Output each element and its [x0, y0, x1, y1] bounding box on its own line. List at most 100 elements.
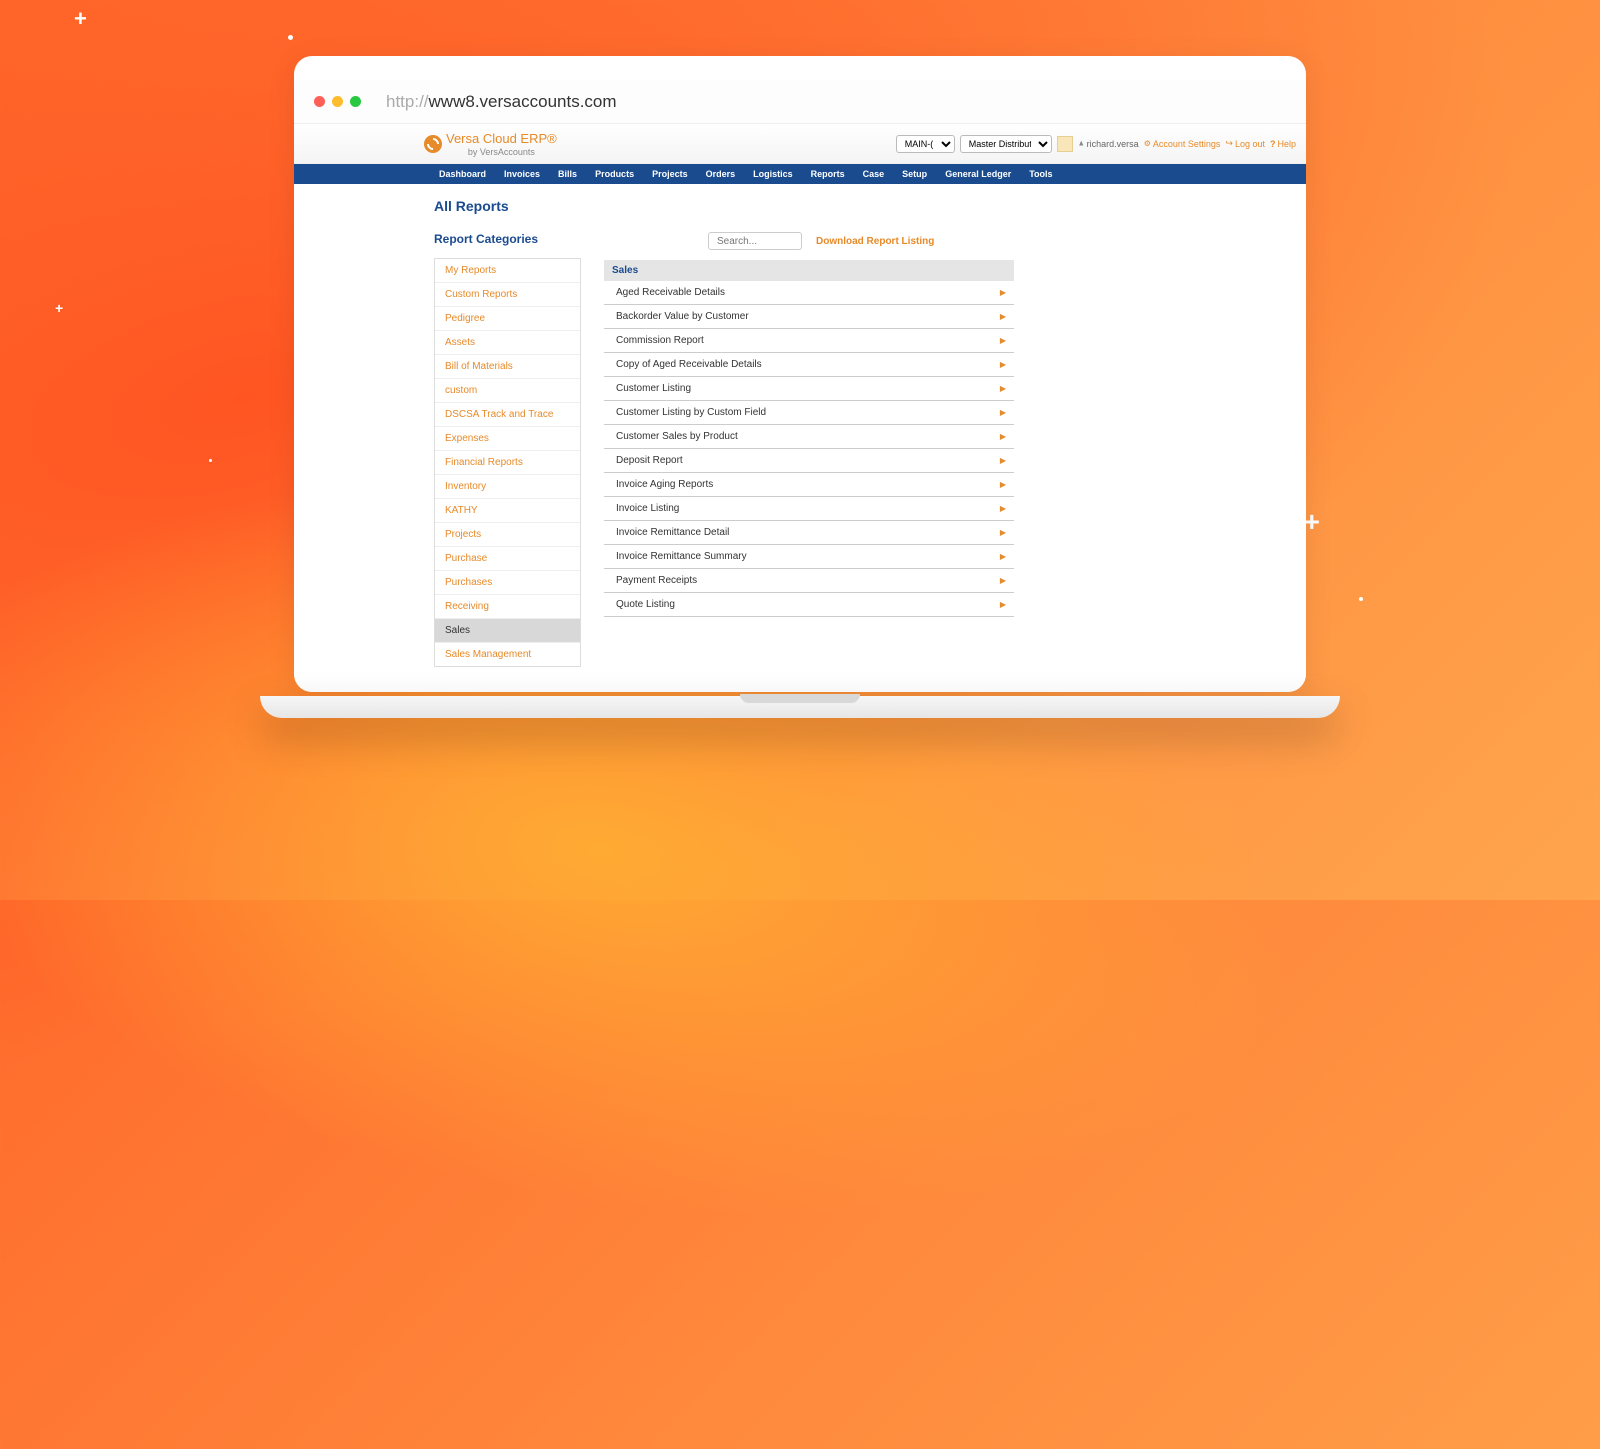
play-icon[interactable]: ▶	[1000, 552, 1006, 561]
report-row[interactable]: Customer Sales by Product ▶	[604, 425, 1014, 449]
menu-item-projects[interactable]: Projects	[643, 169, 697, 179]
report-row[interactable]: Aged Receivable Details ▶	[604, 281, 1014, 305]
report-row[interactable]: Customer Listing by Custom Field ▶	[604, 401, 1014, 425]
menu-item-tools[interactable]: Tools	[1020, 169, 1061, 179]
categories-panel: Report Categories My ReportsCustom Repor…	[434, 232, 581, 667]
brand-title: Versa Cloud ERP®by VersAccounts	[446, 131, 557, 157]
category-list: My ReportsCustom ReportsPedigreeAssetsBi…	[434, 258, 581, 667]
report-row[interactable]: Invoice Aging Reports ▶	[604, 473, 1014, 497]
play-icon[interactable]: ▶	[1000, 408, 1006, 417]
categories-heading: Report Categories	[434, 232, 581, 246]
report-name: Invoice Aging Reports	[616, 479, 713, 490]
play-icon[interactable]: ▶	[1000, 504, 1006, 513]
plus-icon: +	[74, 6, 87, 32]
app-topbar: Versa Cloud ERP®by VersAccounts MAIN-( M…	[294, 124, 1306, 164]
report-row[interactable]: Customer Listing ▶	[604, 377, 1014, 401]
username-label: richard.versa	[1078, 139, 1139, 149]
menu-item-logistics[interactable]: Logistics	[744, 169, 802, 179]
report-name: Customer Sales by Product	[616, 431, 738, 442]
search-input[interactable]	[708, 232, 802, 250]
category-item[interactable]: Receiving	[435, 595, 580, 619]
report-list: Aged Receivable Details▶Backorder Value …	[604, 281, 1014, 617]
play-icon[interactable]: ▶	[1000, 432, 1006, 441]
category-item[interactable]: Inventory	[435, 475, 580, 499]
report-name: Invoice Remittance Summary	[616, 551, 747, 562]
play-icon[interactable]: ▶	[1000, 480, 1006, 489]
play-icon[interactable]: ▶	[1000, 576, 1006, 585]
menu-item-bills[interactable]: Bills	[549, 169, 586, 179]
play-icon[interactable]: ▶	[1000, 312, 1006, 321]
report-row[interactable]: Invoice Remittance Detail▶	[604, 521, 1014, 545]
company-selector[interactable]: Master Distribution	[960, 135, 1052, 153]
dot-icon	[1359, 597, 1363, 601]
menu-item-general-ledger[interactable]: General Ledger	[936, 169, 1020, 179]
menu-item-case[interactable]: Case	[854, 169, 894, 179]
category-item[interactable]: Assets	[435, 331, 580, 355]
menu-item-dashboard[interactable]: Dashboard	[430, 169, 495, 179]
category-item[interactable]: Projects	[435, 523, 580, 547]
app-viewport: Versa Cloud ERP®by VersAccounts MAIN-( M…	[294, 124, 1306, 692]
minimize-window-icon[interactable]	[332, 96, 343, 107]
play-icon[interactable]: ▶	[1000, 456, 1006, 465]
category-item[interactable]: Purchases	[435, 571, 580, 595]
logout-link[interactable]: Log out	[1225, 138, 1265, 149]
category-item[interactable]: Bill of Materials	[435, 355, 580, 379]
play-icon[interactable]: ▶	[1000, 600, 1006, 609]
menu-item-orders[interactable]: Orders	[697, 169, 745, 179]
brand-logo-icon	[424, 135, 442, 153]
report-row[interactable]: Copy of Aged Receivable Details▶	[604, 353, 1014, 377]
category-item[interactable]: Sales	[435, 619, 580, 643]
dot-icon	[288, 35, 293, 40]
play-icon[interactable]: ▶	[1000, 288, 1006, 297]
category-item[interactable]: Expenses	[435, 427, 580, 451]
report-name: Aged Receivable Details	[616, 287, 725, 298]
play-icon[interactable]: ▶	[1000, 384, 1006, 393]
report-name: Deposit Report	[616, 455, 683, 466]
category-item[interactable]: Purchase	[435, 547, 580, 571]
report-row[interactable]: Commission Report ▶	[604, 329, 1014, 353]
reports-panel: Download Report Listing Sales Aged Recei…	[604, 232, 1014, 617]
category-item[interactable]: KATHY	[435, 499, 580, 523]
brand-logo[interactable]: Versa Cloud ERP®by VersAccounts	[424, 131, 557, 157]
report-name: Customer Listing	[616, 383, 691, 394]
category-item[interactable]: custom	[435, 379, 580, 403]
report-row[interactable]: Invoice Remittance Summary ▶	[604, 545, 1014, 569]
report-row[interactable]: Payment Receipts ▶	[604, 569, 1014, 593]
menu-item-products[interactable]: Products	[586, 169, 643, 179]
maximize-window-icon[interactable]	[350, 96, 361, 107]
report-row[interactable]: Deposit Report ▶	[604, 449, 1014, 473]
category-item[interactable]: My Reports	[435, 259, 580, 283]
download-report-listing-link[interactable]: Download Report Listing	[816, 236, 934, 247]
page-title: All Reports	[434, 198, 1296, 214]
main-menu: DashboardInvoicesBillsProductsProjectsOr…	[294, 164, 1306, 184]
report-group-header: Sales	[604, 260, 1014, 281]
help-link[interactable]: Help	[1270, 139, 1296, 149]
dot-icon	[209, 459, 212, 462]
menu-item-reports[interactable]: Reports	[802, 169, 854, 179]
menu-item-setup[interactable]: Setup	[893, 169, 936, 179]
category-item[interactable]: Custom Reports	[435, 283, 580, 307]
plus-icon: +	[55, 300, 63, 316]
report-name: Quote Listing	[616, 599, 675, 610]
play-icon[interactable]: ▶	[1000, 528, 1006, 537]
browser-address-bar: http://www8.versaccounts.com	[294, 80, 1306, 124]
report-row[interactable]: Quote Listing ▶	[604, 593, 1014, 617]
category-item[interactable]: Financial Reports	[435, 451, 580, 475]
report-row[interactable]: Backorder Value by Customer▶	[604, 305, 1014, 329]
play-icon[interactable]: ▶	[1000, 360, 1006, 369]
report-name: Customer Listing by Custom Field	[616, 407, 766, 418]
report-name: Payment Receipts	[616, 575, 697, 586]
category-item[interactable]: DSCSA Track and Trace	[435, 403, 580, 427]
content-area: All Reports Report Categories My Reports…	[294, 184, 1306, 667]
account-settings-link[interactable]: Account Settings	[1144, 139, 1221, 149]
color-swatch[interactable]	[1057, 136, 1073, 152]
category-item[interactable]: Pedigree	[435, 307, 580, 331]
laptop-frame: http://www8.versaccounts.com Versa Cloud…	[260, 56, 1340, 718]
close-window-icon[interactable]	[314, 96, 325, 107]
main-selector[interactable]: MAIN-(	[896, 135, 955, 153]
category-item[interactable]: Sales Management	[435, 643, 580, 666]
play-icon[interactable]: ▶	[1000, 336, 1006, 345]
report-name: Commission Report	[616, 335, 704, 346]
report-row[interactable]: Invoice Listing▶	[604, 497, 1014, 521]
menu-item-invoices[interactable]: Invoices	[495, 169, 549, 179]
